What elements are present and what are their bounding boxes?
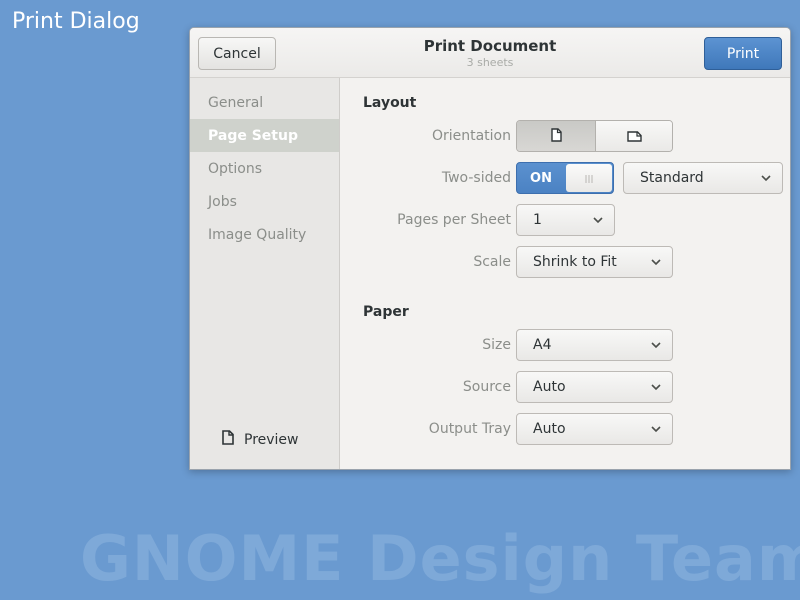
- output-tray-label: Output Tray: [428, 421, 511, 437]
- pages-per-sheet-label: Pages per Sheet: [397, 212, 511, 228]
- watermark-text: GNOME Design Team: [80, 522, 800, 595]
- scale-label: Scale: [473, 254, 511, 270]
- dialog-subtitle: 3 sheets: [466, 56, 514, 69]
- orientation-label: Orientation: [431, 128, 511, 144]
- print-dialog: Cancel Print Document 3 sheets Print Gen…: [189, 27, 791, 470]
- orientation-toggle: [516, 120, 673, 152]
- size-label: Size: [482, 337, 511, 353]
- paper-section-title: Paper: [363, 304, 409, 320]
- paper-size-select[interactable]: A4: [516, 329, 673, 361]
- portrait-page-icon: [550, 127, 562, 146]
- source-label: Source: [462, 379, 511, 395]
- chevron-down-icon: [651, 259, 661, 266]
- paper-size-value: A4: [533, 337, 552, 353]
- chevron-down-icon: [651, 384, 661, 391]
- preview-label: Preview: [244, 431, 299, 448]
- output-tray-select[interactable]: Auto: [516, 413, 673, 445]
- scale-value: Shrink to Fit: [533, 254, 617, 270]
- chevron-down-icon: [651, 426, 661, 433]
- sidebar-item-image-quality[interactable]: Image Quality: [190, 218, 339, 251]
- portrait-button[interactable]: [517, 121, 595, 151]
- scale-select[interactable]: Shrink to Fit: [516, 246, 673, 278]
- chevron-down-icon: [761, 175, 771, 182]
- desktop-title: Print Dialog: [12, 9, 140, 34]
- pages-per-sheet-value: 1: [533, 212, 542, 228]
- two-sided-label: Two-sided: [441, 170, 511, 186]
- dialog-title: Print Document: [423, 37, 557, 55]
- chevron-down-icon: [593, 217, 603, 224]
- header-bar: Cancel Print Document 3 sheets Print: [190, 28, 790, 78]
- two-sided-mode-select[interactable]: Standard: [623, 162, 783, 194]
- switch-on-text: ON: [530, 170, 552, 186]
- switch-knob: [566, 164, 612, 192]
- landscape-page-icon: [626, 127, 642, 146]
- sidebar-item-options[interactable]: Options: [190, 152, 339, 185]
- document-icon: [222, 430, 234, 449]
- print-button[interactable]: Print: [704, 37, 782, 70]
- two-sided-switch[interactable]: ON: [516, 162, 614, 194]
- grip-icon: [584, 169, 594, 188]
- sidebar-item-jobs[interactable]: Jobs: [190, 185, 339, 218]
- layout-section-title: Layout: [363, 95, 417, 111]
- paper-source-select[interactable]: Auto: [516, 371, 673, 403]
- preview-button[interactable]: Preview: [222, 430, 299, 449]
- chevron-down-icon: [651, 342, 661, 349]
- pages-per-sheet-select[interactable]: 1: [516, 204, 615, 236]
- sidebar: General Page Setup Options Jobs Image Qu…: [190, 78, 340, 469]
- sidebar-item-page-setup[interactable]: Page Setup: [190, 119, 339, 152]
- two-sided-mode-value: Standard: [640, 170, 704, 186]
- settings-panel: Layout Orientation Two-sided ON Standard…: [341, 78, 790, 469]
- paper-source-value: Auto: [533, 379, 566, 395]
- sidebar-item-general[interactable]: General: [190, 86, 339, 119]
- output-tray-value: Auto: [533, 421, 566, 437]
- landscape-button[interactable]: [595, 121, 672, 151]
